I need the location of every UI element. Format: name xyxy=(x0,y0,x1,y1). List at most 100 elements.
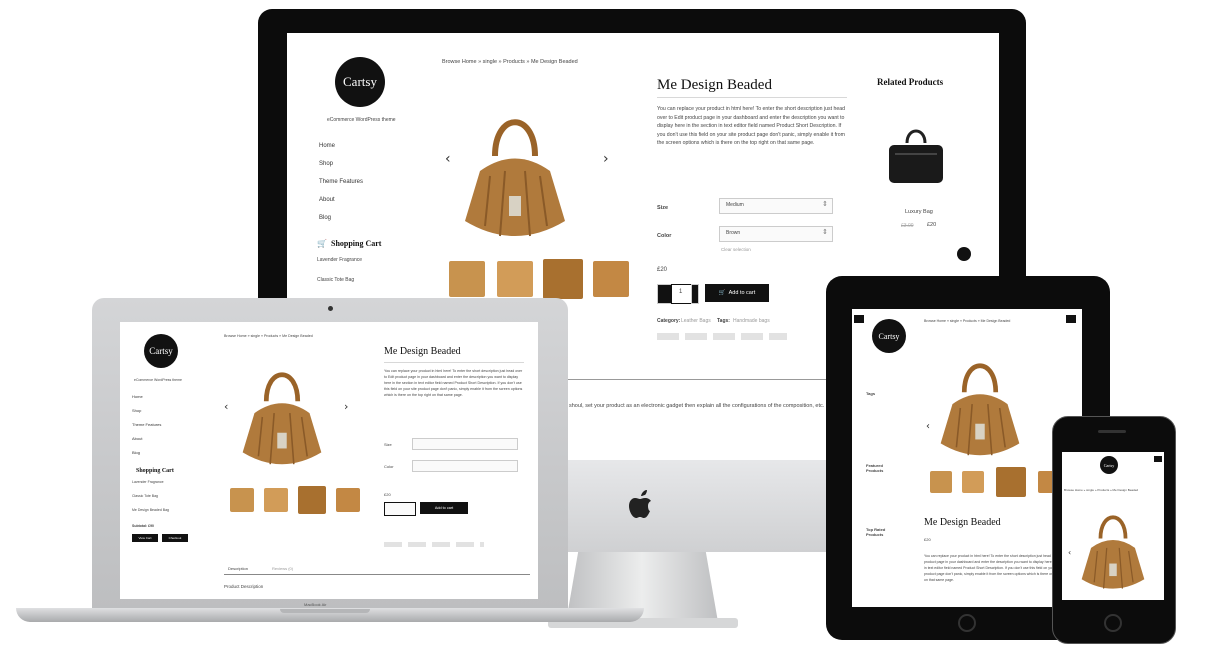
related-item-name[interactable]: Luxury Bag xyxy=(905,209,933,215)
thumbnail[interactable] xyxy=(230,488,254,512)
qty-input[interactable] xyxy=(384,502,416,516)
size-select[interactable] xyxy=(412,438,518,450)
product-title: Me Design Beaded xyxy=(924,517,1001,528)
next-image-icon[interactable]: › xyxy=(603,151,609,167)
menu-icon[interactable] xyxy=(1154,456,1162,462)
tablet-home-button[interactable] xyxy=(958,614,976,632)
add-to-cart-label: Add to cart xyxy=(728,290,756,296)
color-label: Color xyxy=(384,464,394,469)
site-logo[interactable]: Cartsy xyxy=(872,319,906,353)
product-image[interactable] xyxy=(232,358,332,476)
phone-home-button[interactable] xyxy=(1104,614,1122,632)
color-label: Color xyxy=(657,233,672,239)
logo-text: Cartsy xyxy=(149,346,173,356)
size-select-value: Medium xyxy=(726,202,744,208)
price: £20 xyxy=(657,267,668,273)
divider xyxy=(384,362,524,363)
cart-circle-icon[interactable] xyxy=(957,247,971,261)
menu-about[interactable]: About xyxy=(319,197,335,203)
menu-shop[interactable]: Shop xyxy=(132,408,141,413)
price: £20 xyxy=(924,537,931,542)
thumbnail[interactable] xyxy=(543,259,583,299)
menu-theme-features[interactable]: Theme Features xyxy=(319,179,363,185)
tags-label: Tags: xyxy=(717,318,730,324)
thumbnail[interactable] xyxy=(593,261,629,297)
qty-input[interactable]: 1 xyxy=(671,284,693,304)
related-title: Related Products xyxy=(877,77,944,87)
site-logo[interactable]: Cartsy xyxy=(335,57,385,107)
thumbnail[interactable] xyxy=(264,488,288,512)
checkout-button[interactable]: Checkout xyxy=(162,534,188,542)
menu-blog[interactable]: Blog xyxy=(319,215,331,221)
menu-icon[interactable] xyxy=(854,315,864,323)
tab-reviews[interactable]: Reviews (0) xyxy=(272,566,293,571)
cart-item[interactable]: Lavender Fragrance xyxy=(317,257,362,263)
menu-shop[interactable]: Shop xyxy=(319,161,333,167)
share-buttons[interactable] xyxy=(384,542,484,547)
product-title: Me Design Beaded xyxy=(657,77,772,93)
cart-title: Shopping Cart xyxy=(331,239,382,248)
prev-image-icon[interactable]: ‹ xyxy=(926,421,930,432)
view-cart-label: View Cart xyxy=(138,536,152,540)
section-title: Product Description xyxy=(224,584,264,589)
tags-value[interactable]: Handmade bags xyxy=(733,318,770,324)
site-logo[interactable]: Cartsy xyxy=(1100,456,1118,474)
thumbnail[interactable] xyxy=(449,261,485,297)
cart-item[interactable]: Classic Tote Bag xyxy=(317,277,354,283)
cart-title: Shopping Cart xyxy=(136,468,174,474)
color-select[interactable]: Brown ⇕ xyxy=(719,226,833,242)
clear-selection-link[interactable]: Clear selection xyxy=(721,247,751,252)
share-buttons[interactable] xyxy=(657,333,787,340)
product-image[interactable] xyxy=(932,349,1028,467)
price: £20 xyxy=(384,492,391,497)
laptop-model: MacBook Air xyxy=(304,602,327,607)
tagline: eCommerce WordPress theme xyxy=(327,117,396,123)
prev-image-icon[interactable]: ‹ xyxy=(224,400,228,413)
next-image-icon[interactable]: › xyxy=(344,400,348,413)
prev-image-icon[interactable]: ‹ xyxy=(1068,548,1071,557)
menu-home[interactable]: Home xyxy=(319,143,335,149)
thumbnail[interactable] xyxy=(298,486,326,514)
size-select[interactable]: Medium ⇕ xyxy=(719,198,833,214)
cart-item[interactable]: Classic Tote Bag xyxy=(132,494,158,498)
cart-icon: 🛒 xyxy=(317,239,327,248)
related-product-image[interactable] xyxy=(881,123,951,193)
chevron-down-icon: ⇕ xyxy=(822,228,828,236)
color-select-value: Brown xyxy=(726,230,741,236)
cart-item[interactable]: Lavender Fragrance xyxy=(132,480,164,484)
sidebar-header: Tags xyxy=(866,391,876,396)
add-to-cart-button[interactable]: Add to cart xyxy=(420,502,468,514)
product-description: You can replace your product in html her… xyxy=(384,369,523,397)
thumbnail[interactable] xyxy=(996,467,1026,497)
thumbnail[interactable] xyxy=(336,488,360,512)
thumbnail[interactable] xyxy=(497,261,533,297)
site-logo[interactable]: Cartsy xyxy=(144,334,178,368)
logo-text: Cartsy xyxy=(1103,462,1115,468)
product-image[interactable] xyxy=(1074,504,1152,598)
menu-theme-features[interactable]: Theme Features xyxy=(132,422,161,427)
logo-text: Cartsy xyxy=(878,331,900,341)
laptop-notch xyxy=(280,609,370,613)
prev-image-icon[interactable]: ‹ xyxy=(445,151,451,167)
thumbnail[interactable] xyxy=(962,471,984,493)
color-select[interactable] xyxy=(412,460,518,472)
product-title: Me Design Beaded xyxy=(384,346,461,357)
webcam-icon xyxy=(328,306,333,311)
tab-description[interactable]: Description xyxy=(228,566,248,571)
thumbnail[interactable] xyxy=(930,471,952,493)
cart-item[interactable]: Me Design Beaded Bag xyxy=(132,508,169,512)
menu-blog[interactable]: Blog xyxy=(132,450,140,455)
menu-home[interactable]: Home xyxy=(132,394,143,399)
add-to-cart-button[interactable]: 🛒 Add to cart xyxy=(705,284,769,302)
view-cart-button[interactable]: View Cart xyxy=(132,534,158,542)
product-image[interactable] xyxy=(455,101,575,251)
sidebar-header: Featured Products xyxy=(866,463,884,473)
menu-about[interactable]: About xyxy=(132,436,142,441)
apple-logo-icon xyxy=(627,488,657,522)
logo-text: Cartsy xyxy=(343,74,377,89)
category-value[interactable]: Leather Bags xyxy=(681,318,711,324)
phone-screen: Cartsy Browse Home » single » Products »… xyxy=(1062,452,1164,600)
menu-icon[interactable] xyxy=(1066,315,1076,323)
breadcrumb: Browse Home » single » Products » Me Des… xyxy=(924,319,1011,323)
qty-plus[interactable] xyxy=(691,284,699,304)
